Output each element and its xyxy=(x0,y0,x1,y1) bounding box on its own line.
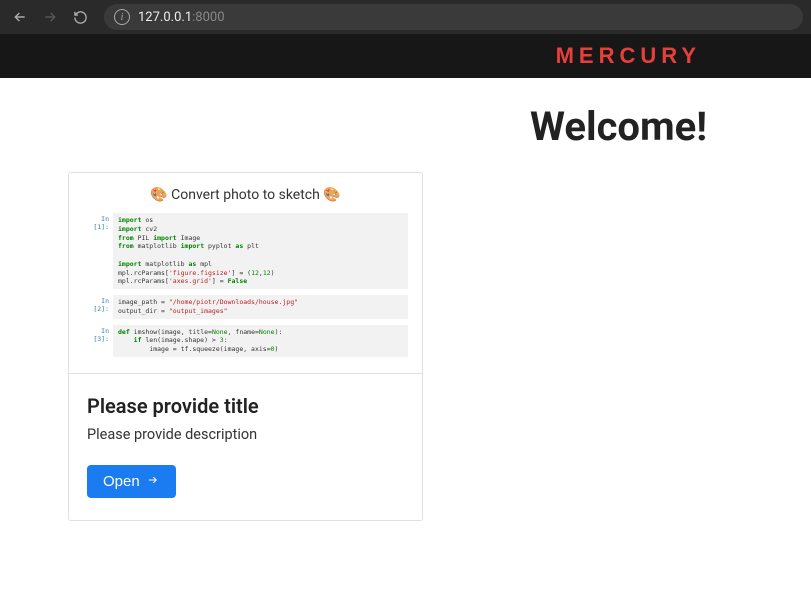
open-button-label: Open xyxy=(103,473,140,490)
cell-body: def imshow(image, title=None, fname=None… xyxy=(113,325,408,357)
forward-button[interactable] xyxy=(38,5,62,29)
code-cell: In [2]: image_path = "/home/piotr/Downlo… xyxy=(83,295,408,319)
cell-prompt: In [3]: xyxy=(83,325,113,357)
cell-body: import os import cv2 from PIL import Ima… xyxy=(113,213,408,289)
site-info-icon[interactable]: i xyxy=(114,9,130,25)
cell-body: image_path = "/home/piotr/Downloads/hous… xyxy=(113,295,408,319)
app-header: MERCURY xyxy=(0,34,811,78)
code-cell: In [3]: def imshow(image, title=None, fn… xyxy=(83,325,408,357)
notebook-card: 🎨 Convert photo to sketch 🎨 In [1]: impo… xyxy=(68,172,423,521)
url-text: 127.0.0.1:8000 xyxy=(138,10,225,25)
reload-button[interactable] xyxy=(68,5,92,29)
card-description: Please provide description xyxy=(87,426,404,443)
notebook-thumbnail: 🎨 Convert photo to sketch 🎨 In [1]: impo… xyxy=(69,173,422,374)
welcome-heading: Welcome! xyxy=(530,103,707,150)
open-button[interactable]: Open xyxy=(87,465,176,498)
address-bar[interactable]: i 127.0.0.1:8000 xyxy=(104,4,803,30)
notebook-title: 🎨 Convert photo to sketch 🎨 xyxy=(83,187,408,203)
code-cell: In [1]: import os import cv2 from PIL im… xyxy=(83,213,408,289)
card-footer: Please provide title Please provide desc… xyxy=(69,374,422,520)
logo: MERCURY xyxy=(556,43,701,69)
card-title: Please provide title xyxy=(87,394,404,418)
cell-prompt: In [1]: xyxy=(83,213,113,289)
back-button[interactable] xyxy=(8,5,32,29)
browser-toolbar: i 127.0.0.1:8000 xyxy=(0,0,811,34)
cell-prompt: In [2]: xyxy=(83,295,113,319)
arrow-right-icon xyxy=(146,473,160,490)
